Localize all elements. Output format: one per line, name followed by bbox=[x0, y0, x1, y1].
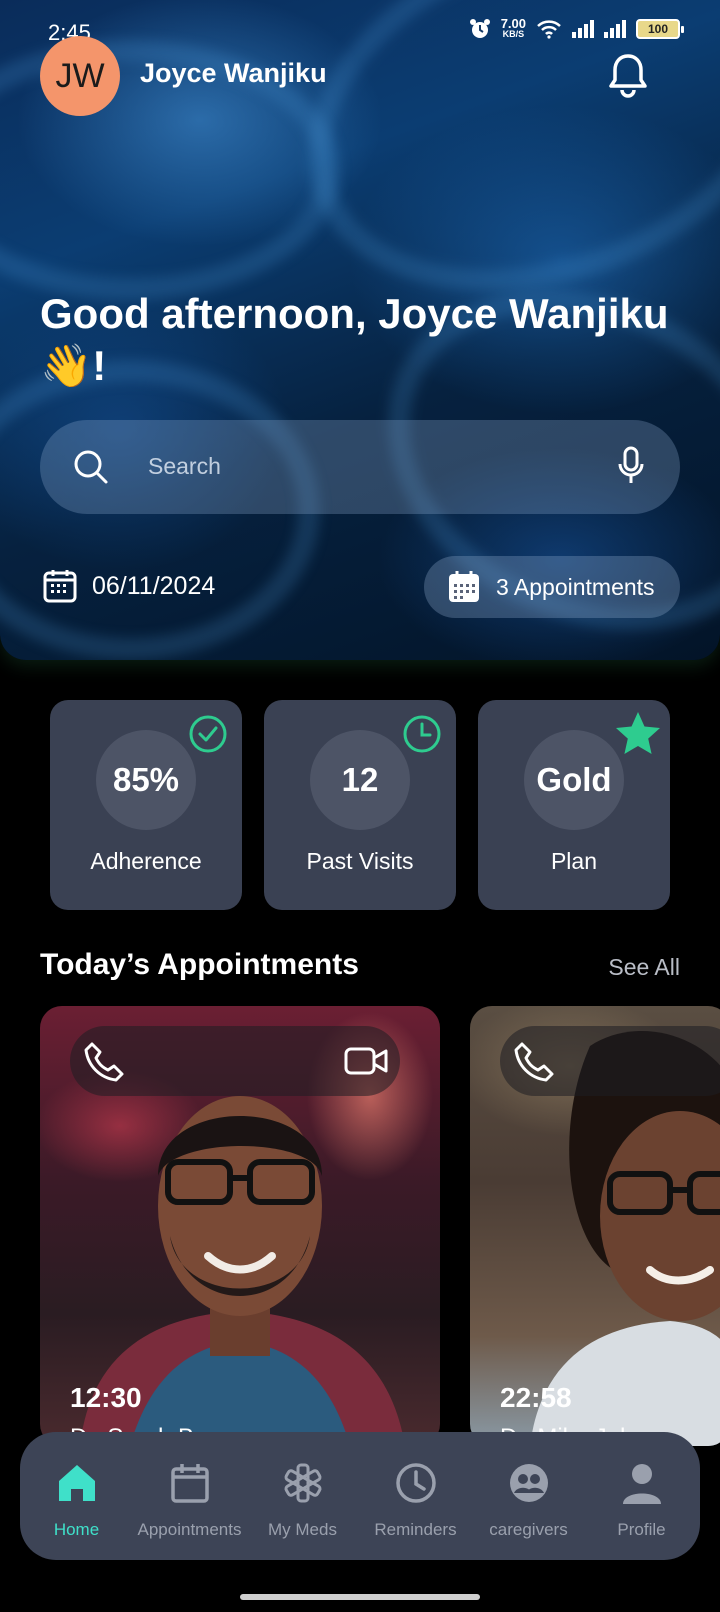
call-actions bbox=[70, 1026, 400, 1096]
nav-item-caregivers[interactable]: caregivers bbox=[472, 1432, 585, 1560]
stat-label: Past Visits bbox=[306, 848, 414, 874]
bell-icon[interactable] bbox=[606, 52, 650, 98]
video-icon[interactable] bbox=[344, 1044, 390, 1078]
medical-star-icon bbox=[284, 1463, 322, 1503]
date-text: 06/11/2024 bbox=[92, 571, 216, 600]
clock-icon bbox=[396, 1463, 436, 1503]
stat-value: 85% bbox=[96, 730, 196, 830]
stat-label: Adherence bbox=[90, 848, 202, 874]
phone-icon[interactable] bbox=[512, 1040, 556, 1084]
appointment-time: 12:30 bbox=[70, 1382, 142, 1413]
nav-item-reminders[interactable]: Reminders bbox=[359, 1432, 472, 1560]
nav-item-profile[interactable]: Profile bbox=[585, 1432, 698, 1560]
stat-label: Plan bbox=[550, 848, 598, 874]
search-bar[interactable]: Search bbox=[40, 420, 680, 514]
nav-label: Profile bbox=[617, 1520, 666, 1539]
past-visits-card[interactable]: 12 Past Visits bbox=[264, 700, 456, 910]
date-display: 06/11/2024 bbox=[42, 568, 215, 604]
section-title: Today’s Appointments bbox=[40, 948, 359, 981]
home-indicator[interactable] bbox=[240, 1594, 480, 1600]
battery-icon: 100 bbox=[636, 19, 684, 39]
signal-icon bbox=[604, 20, 626, 38]
person-icon bbox=[623, 1464, 661, 1504]
people-icon bbox=[510, 1464, 548, 1502]
calendar-icon bbox=[449, 571, 479, 602]
nav-item-home[interactable]: Home bbox=[20, 1432, 133, 1560]
search-icon bbox=[74, 450, 108, 484]
calendar-icon bbox=[43, 570, 77, 603]
appointments-count-button[interactable]: 3 Appointments bbox=[424, 556, 680, 618]
nav-label: Home bbox=[53, 1520, 100, 1539]
stat-value: 12 bbox=[310, 730, 410, 830]
nav-item-my-meds[interactable]: My Meds bbox=[246, 1432, 359, 1560]
appointments-count: 3 Appointments bbox=[496, 573, 655, 600]
net-speed-unit: KB/S bbox=[502, 29, 525, 39]
greeting-text: Good afternoon, Joyce Wanjiku bbox=[40, 290, 669, 337]
adherence-card[interactable]: 85% Adherence bbox=[50, 700, 242, 910]
stat-value: Gold bbox=[524, 730, 624, 830]
nav-label: Reminders bbox=[374, 1520, 457, 1539]
nav-label: caregivers bbox=[489, 1520, 568, 1539]
star-icon bbox=[616, 712, 660, 754]
wave-emoji: 👋! bbox=[40, 342, 107, 389]
net-speed-value: 7.00 bbox=[500, 16, 526, 31]
microphone-icon[interactable] bbox=[618, 446, 644, 486]
see-all-link[interactable]: See All bbox=[608, 954, 680, 981]
user-name: Joyce Wanjiku bbox=[140, 58, 327, 88]
appointment-time: 22:58 bbox=[500, 1382, 572, 1413]
calendar-icon bbox=[171, 1464, 209, 1503]
call-actions bbox=[500, 1026, 720, 1096]
bottom-nav: Home Appointments My Meds Reminders care… bbox=[20, 1432, 700, 1560]
appointment-card[interactable]: 22:58 Dr. Mike Johnso... bbox=[470, 1006, 720, 1446]
alarm-icon bbox=[469, 19, 490, 38]
appointment-card[interactable]: 12:30 Dr. Sarah B... bbox=[40, 1006, 440, 1446]
avatar[interactable]: JW bbox=[40, 36, 120, 116]
phone-icon[interactable] bbox=[82, 1040, 126, 1084]
nav-label: My Meds bbox=[268, 1520, 337, 1539]
nav-item-appointments[interactable]: Appointments bbox=[133, 1432, 246, 1560]
clock-icon bbox=[403, 715, 441, 753]
search-input[interactable]: Search bbox=[148, 453, 221, 480]
wifi-icon bbox=[537, 20, 561, 39]
signal-icon bbox=[572, 20, 594, 38]
greeting: Good afternoon, Joyce Wanjiku 👋! bbox=[40, 288, 680, 392]
nav-label: Appointments bbox=[137, 1520, 242, 1539]
net-speed: 7.00 KB/S bbox=[500, 16, 526, 40]
home-icon bbox=[59, 1465, 95, 1501]
check-circle-icon bbox=[189, 715, 227, 753]
plan-card[interactable]: Gold Plan bbox=[478, 700, 670, 910]
